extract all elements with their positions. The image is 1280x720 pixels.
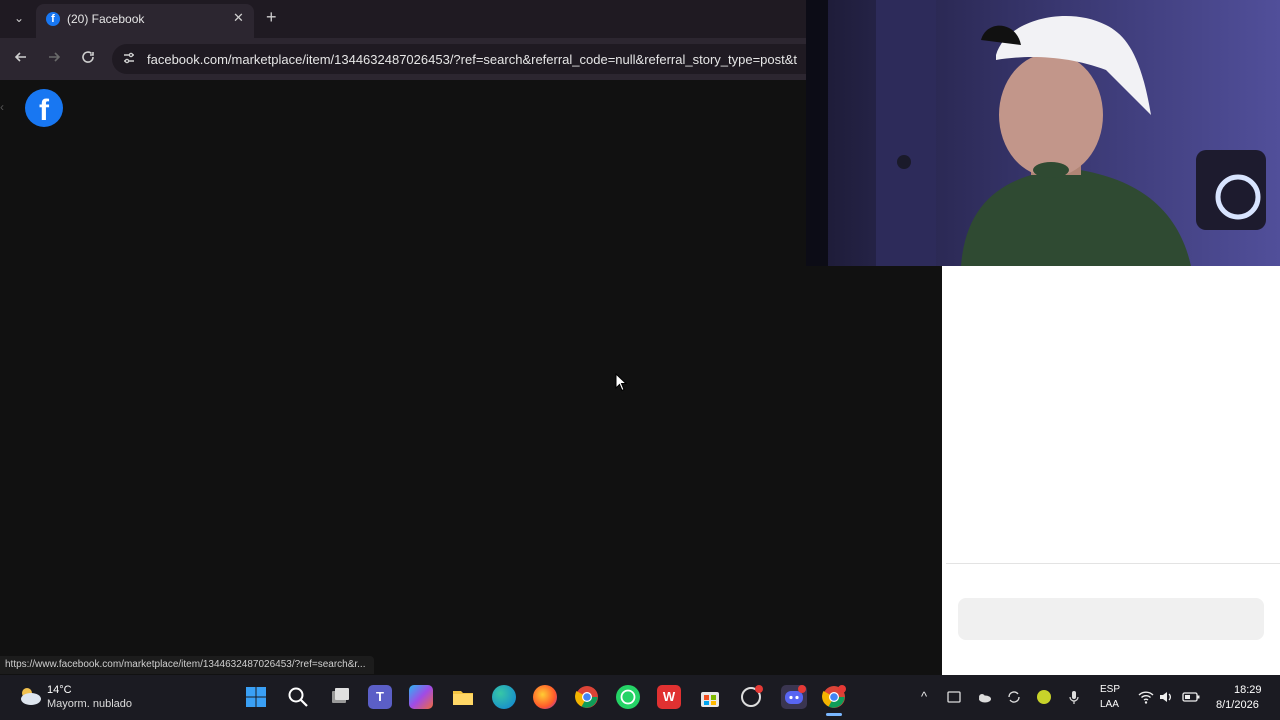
- battery-icon[interactable]: [1182, 689, 1200, 705]
- edge-icon[interactable]: [492, 685, 516, 709]
- webcam-person-image: [806, 0, 1266, 266]
- windows-taskbar: [0, 675, 1280, 720]
- page-content: [0, 80, 942, 675]
- facebook-favicon-icon: f: [46, 12, 60, 26]
- tab-search-dropdown[interactable]: ⌄: [10, 9, 28, 27]
- file-explorer-icon[interactable]: [451, 685, 475, 709]
- clock-time[interactable]: 18:29: [1234, 684, 1262, 696]
- wifi-icon[interactable]: [1138, 689, 1154, 705]
- active-app-indicator: [826, 713, 842, 716]
- weather-description[interactable]: Mayorm. nublado: [47, 698, 132, 710]
- teams-icon[interactable]: T: [368, 685, 392, 709]
- firefox-icon[interactable]: [533, 685, 557, 709]
- tab-close-icon[interactable]: ✕: [233, 10, 244, 26]
- volume-icon[interactable]: [1158, 689, 1174, 705]
- search-icon[interactable]: [286, 685, 310, 709]
- language-indicator[interactable]: ESP: [1100, 684, 1120, 695]
- mouse-cursor-icon: [615, 373, 627, 392]
- keyboard-layout-indicator[interactable]: LAA: [1100, 699, 1119, 710]
- cloud-weather-icon[interactable]: [18, 686, 42, 706]
- message-input-placeholder[interactable]: [958, 598, 1264, 640]
- new-tab-button[interactable]: +: [266, 7, 277, 28]
- discord-icon[interactable]: [781, 685, 807, 709]
- weather-temperature[interactable]: 14°C: [47, 684, 72, 696]
- store-icon[interactable]: [698, 685, 722, 709]
- arrow-right-icon: [49, 52, 61, 62]
- microphone-icon[interactable]: [1066, 689, 1082, 705]
- webcam-overlay: [806, 0, 1280, 266]
- arrow-left-icon: [14, 52, 26, 62]
- whatsapp-icon[interactable]: [616, 685, 640, 709]
- tab-title: (20) Facebook: [67, 12, 145, 26]
- back-button[interactable]: [11, 49, 31, 69]
- reload-button[interactable]: [78, 49, 98, 69]
- copilot-icon[interactable]: [409, 685, 433, 709]
- reload-icon: [82, 51, 94, 63]
- chevron-left-icon: ‹: [0, 100, 4, 114]
- tray-app-icon[interactable]: [946, 689, 962, 705]
- onedrive-icon[interactable]: [976, 689, 992, 705]
- site-settings-icon[interactable]: [121, 51, 137, 67]
- chrome-active-icon[interactable]: [822, 685, 846, 709]
- status-bar-url: https://www.facebook.com/marketplace/ite…: [0, 656, 374, 674]
- wps-icon[interactable]: W: [657, 685, 681, 709]
- panel-divider: [946, 563, 1280, 564]
- task-view-icon[interactable]: [328, 685, 352, 709]
- tray-badge-icon[interactable]: [1036, 689, 1052, 705]
- facebook-logo-icon[interactable]: f: [25, 89, 63, 127]
- clock-date[interactable]: 8/1/2026: [1216, 699, 1259, 711]
- chrome-icon[interactable]: [575, 685, 599, 709]
- windows-start-icon[interactable]: [244, 685, 268, 709]
- forward-button[interactable]: [44, 49, 64, 69]
- sync-icon[interactable]: [1006, 689, 1022, 705]
- chevron-up-icon[interactable]: ^: [916, 689, 932, 705]
- url-text[interactable]: facebook.com/marketplace/item/1344632487…: [147, 52, 806, 67]
- capcut-icon[interactable]: [739, 685, 763, 709]
